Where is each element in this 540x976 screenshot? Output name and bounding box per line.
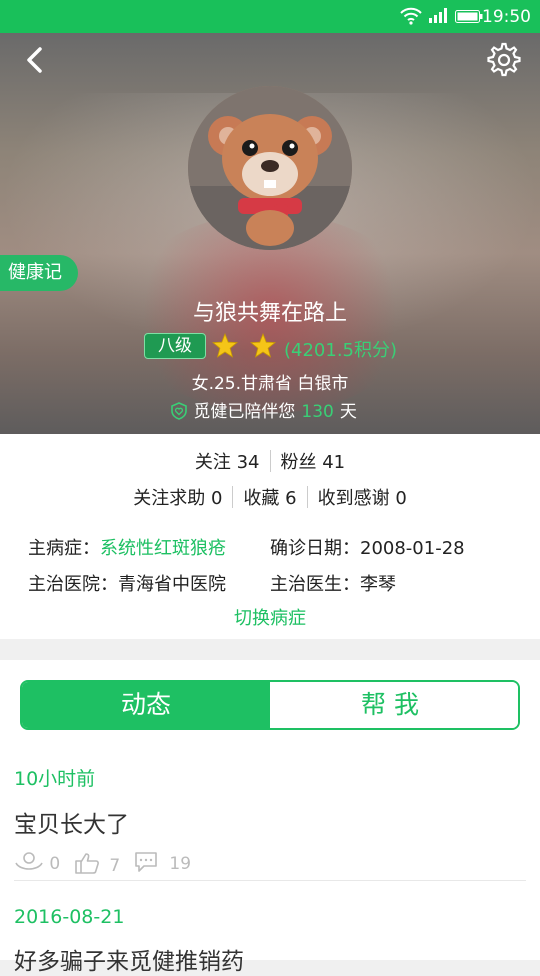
doctor-row: 主治医生：李琴 (270, 570, 396, 596)
disease-value[interactable]: 系统性红斑狼疮 (100, 538, 226, 559)
battery-icon (455, 10, 483, 23)
disease-row: 主病症：系统性红斑狼疮 (28, 534, 226, 560)
status-time: 19:50 (482, 7, 531, 27)
post-divider (14, 880, 526, 881)
profile-header: 健康记 与狼共舞在路上 八级 (4201.5积分) 女.25.甘肃省 白银市 觅… (0, 33, 540, 434)
gear-icon[interactable] (486, 42, 522, 78)
post-item[interactable]: 10小时前 宝贝长大了 0 7 19 (14, 764, 526, 877)
comment-icon (135, 852, 157, 872)
diagnosis-date-row: 确诊日期：2008-01-28 (270, 534, 465, 560)
fans-count[interactable]: 粉丝 41 (281, 452, 346, 473)
status-bar: 19:50 (0, 0, 540, 33)
thanks-count[interactable]: 收到感谢 0 (318, 488, 407, 509)
tab-updates[interactable]: 动态 (22, 682, 270, 728)
like-count: 7 (109, 856, 121, 876)
teddy-bear-avatar-image (188, 86, 352, 250)
points-text: (4201.5积分) (284, 340, 398, 361)
hug-action[interactable]: 0 (14, 851, 60, 874)
diagnosis-date-label: 确诊日期： (270, 538, 360, 559)
hospital-row: 主治医院：青海省中医院 (28, 570, 226, 596)
following-count[interactable]: 关注 34 (195, 452, 260, 473)
signal-icon (429, 8, 447, 23)
hug-count: 0 (49, 854, 61, 874)
comment-action[interactable]: 19 (134, 851, 191, 874)
activity-stats-row: 关注求助 0 收藏 6 收到感谢 0 (0, 484, 540, 510)
diagnosis-date-value: 2008-01-28 (360, 538, 465, 559)
disease-label: 主病症： (28, 538, 100, 559)
like-action[interactable]: 7 (74, 851, 120, 876)
companion-days: 觅健已陪伴您 130 天 (170, 397, 357, 422)
tab-help-me[interactable]: 帮我 (270, 682, 518, 728)
hospital-value: 青海省中医院 (118, 574, 226, 595)
star-icon (250, 333, 276, 358)
divider (269, 450, 271, 472)
companion-suffix: 天 (339, 402, 357, 422)
help-count[interactable]: 关注求助 0 (133, 488, 222, 509)
post-title[interactable]: 宝贝长大了 (14, 805, 526, 839)
hospital-label: 主治医院： (28, 574, 118, 595)
switch-disease-link[interactable]: 切换病症 (0, 604, 540, 630)
feed-section: 动态 帮我 10小时前 宝贝长大了 0 7 19 2016-08-21 好多骗子… (0, 660, 540, 975)
tab-bar: 动态 帮我 (20, 680, 520, 730)
post-actions: 0 7 19 (14, 851, 526, 877)
companion-prefix: 觅健已陪伴您 (193, 402, 296, 422)
wifi-icon (400, 7, 422, 25)
comment-count: 19 (169, 854, 192, 874)
avatar[interactable] (188, 86, 352, 250)
divider (306, 486, 308, 508)
thumbs-up-icon (75, 853, 99, 874)
star-icon (212, 333, 238, 358)
heart-shield-icon (171, 402, 187, 420)
post-title[interactable]: 好多骗子来觅健推销药 (14, 942, 526, 976)
favorites-count[interactable]: 收藏 6 (243, 488, 296, 509)
follow-stats-row: 关注 34 粉丝 41 (0, 448, 540, 474)
health-diary-tag[interactable]: 健康记 (0, 255, 78, 291)
doctor-label: 主治医生： (270, 574, 360, 595)
doctor-value: 李琴 (360, 574, 396, 595)
stats-panel: 关注 34 粉丝 41 关注求助 0 收藏 6 收到感谢 0 主病症：系统性红斑狼疮 … (0, 434, 540, 639)
level-badge: 八级 (144, 333, 206, 359)
post-time: 2016-08-21 (14, 906, 125, 928)
back-arrow-icon[interactable] (18, 43, 52, 77)
profile-meta: 女.25.甘肃省 白银市 (191, 374, 349, 394)
divider (232, 486, 234, 508)
companion-days-count: 130 (301, 402, 334, 422)
post-item[interactable]: 2016-08-21 好多骗子来觅健推销药 (14, 906, 526, 976)
username: 与狼共舞在路上 (192, 301, 347, 326)
post-time: 10小时前 (14, 768, 96, 790)
hug-icon (15, 852, 43, 870)
